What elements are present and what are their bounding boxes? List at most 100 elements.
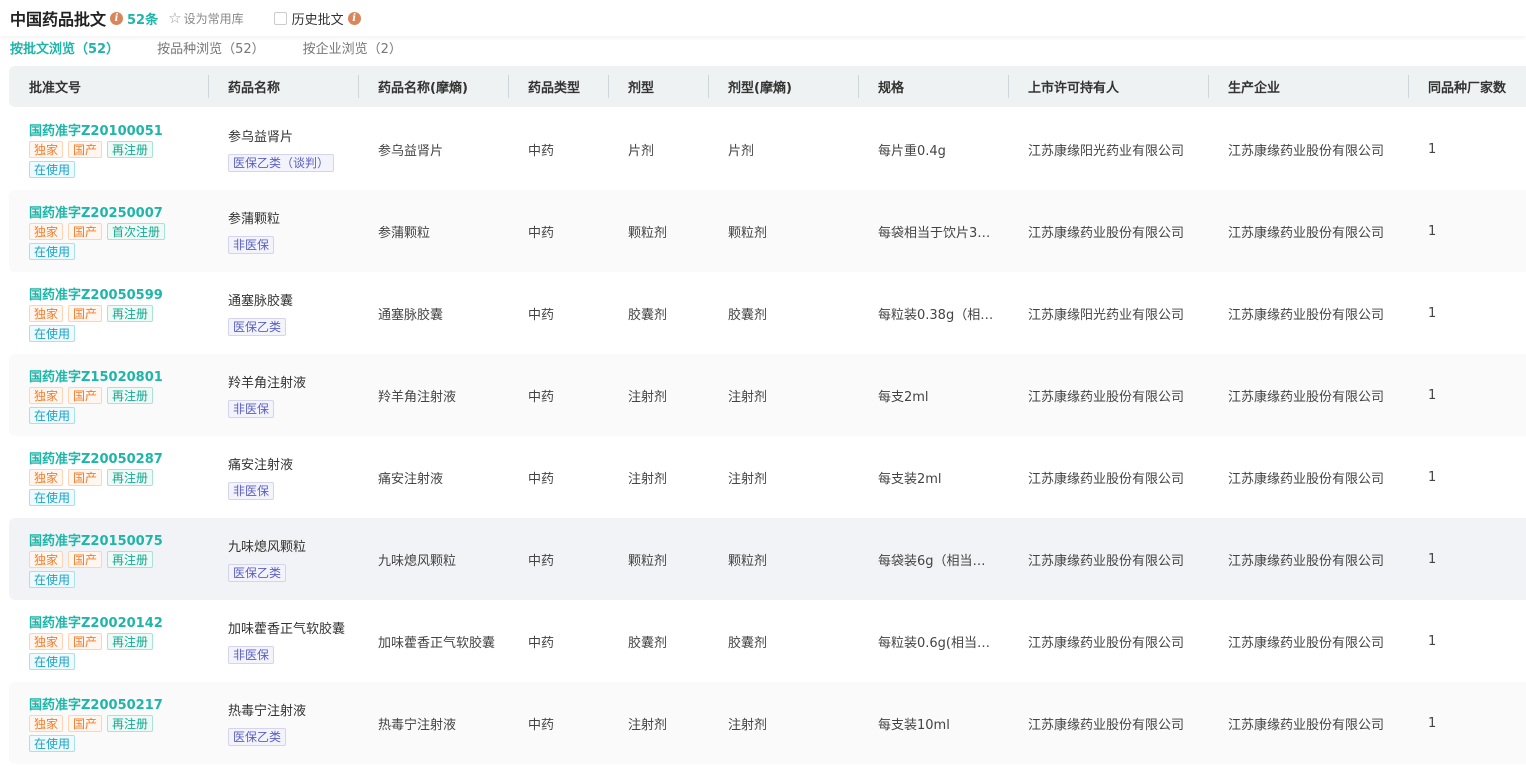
specification: 每支2ml (878, 389, 929, 405)
drug-name: 热毒宁注射液 (228, 704, 307, 719)
approval-cell: 国药准字Z20050217 独家 国产 再注册 在使用 (9, 694, 208, 752)
info-icon[interactable]: i (110, 11, 124, 25)
tag-badge: 国产 (68, 305, 103, 322)
approval-number-link[interactable]: 国药准字Z20050217 (29, 694, 198, 713)
same-variety-count: 1 (1428, 305, 1437, 321)
license-holder: 江苏康缘药业股份有限公司 (1028, 635, 1185, 651)
table-row[interactable]: 国药准字Z20250007 独家 国产 首次注册 在使用 参蒲颗粒 非医保 参蒲颗粒 中药 颗粒剂… (9, 190, 1526, 272)
drug-type: 中药 (528, 225, 555, 241)
tag-badge: 独家 (29, 715, 64, 732)
approval-number-link[interactable]: 国药准字Z20050599 (29, 284, 198, 303)
column-header[interactable]: 同品种厂家数 (1408, 66, 1526, 107)
manufacturer: 江苏康缘药业股份有限公司 (1228, 471, 1385, 487)
drug-name-cell: 痛安注射液 非医保 (208, 454, 358, 500)
license-holder: 江苏康缘药业股份有限公司 (1028, 471, 1185, 487)
same-variety-count: 1 (1428, 223, 1437, 239)
drug-name-moshang: 参蒲颗粒 (378, 225, 431, 241)
approval-number-link[interactable]: 国药准字Z20020142 (29, 612, 198, 631)
drug-name: 九味熄风颗粒 (228, 540, 307, 555)
tab-by-variety[interactable]: 按品种浏览（52） (157, 38, 265, 57)
info-icon[interactable]: i (347, 11, 361, 25)
status-badge: 在使用 (29, 161, 76, 178)
approval-number-link[interactable]: 国药准字Z20250007 (29, 202, 198, 221)
tag-badge: 独家 (29, 141, 64, 158)
tag-badge: 国产 (68, 141, 103, 158)
approval-number-link[interactable]: 国药准字Z20100051 (29, 120, 198, 139)
table-row[interactable]: 国药准字Z20050217 独家 国产 再注册 在使用 热毒宁注射液 医保乙类 热毒宁注射液中… (9, 682, 1526, 764)
dosage-form: 注射剂 (628, 389, 668, 405)
table-row[interactable]: 国药准字Z20050599 独家 国产 再注册 在使用 通塞脉胶囊 医保乙类 通塞脉胶囊 中药胶… (9, 272, 1526, 354)
dosage-form: 注射剂 (628, 471, 668, 487)
approval-cell: 国药准字Z20050287 独家 国产 再注册 在使用 (9, 448, 208, 506)
dosage-form: 胶囊剂 (628, 635, 668, 651)
drug-name: 参蒲颗粒 (228, 212, 281, 227)
tag-list: 独家 国产 再注册 在使用 (29, 715, 169, 752)
approval-number-link[interactable]: 国药准字Z20050287 (29, 448, 198, 467)
drug-name-moshang: 九味熄风颗粒 (378, 553, 457, 569)
approval-number-link[interactable]: 国药准字Z15020801 (29, 366, 198, 385)
tag-badge: 再注册 (107, 305, 154, 322)
table-body: 国药准字Z20100051 独家 国产 再注册 在使用 参乌益肾片 医保乙类（谈判） 参乌益肾… (9, 108, 1526, 764)
approval-cell: 国药准字Z15020801 独家 国产 再注册 在使用 (9, 366, 208, 424)
drug-name-cell: 加味藿香正气软胶囊 非医保 (208, 618, 358, 664)
checkbox-box[interactable] (273, 11, 287, 25)
license-holder: 江苏康缘药业股份有限公司 (1028, 389, 1185, 405)
table-row[interactable]: 国药准字Z20050287 独家 国产 再注册 在使用 痛安注射液 非医保 痛安注射液 中药 注射… (9, 436, 1526, 518)
tag-badge: 独家 (29, 305, 64, 322)
specification: 每粒装0.38g（相… (878, 307, 994, 323)
manufacturer: 江苏康缘药业股份有限公司 (1228, 717, 1385, 733)
column-header[interactable]: 剂型(摩熵) (708, 66, 858, 107)
set-favorite-button[interactable]: ☆ 设为常用库 (168, 9, 243, 27)
drug-type: 中药 (528, 143, 555, 159)
manufacturer: 江苏康缘药业股份有限公司 (1228, 143, 1385, 159)
column-header[interactable]: 药品类型 (508, 66, 608, 107)
table-row[interactable]: 国药准字Z20020142 独家 国产 再注册 在使用 加味藿香正气软胶囊 非医保 加味藿香正… (9, 600, 1526, 682)
dosage-form-moshang: 片剂 (728, 143, 755, 159)
tag-badge: 独家 (29, 387, 64, 404)
approval-cell: 国药准字Z20250007 独家 国产 首次注册 在使用 (9, 202, 208, 260)
column-header[interactable]: 批准文号 (9, 66, 208, 107)
same-variety-count: 1 (1428, 469, 1437, 485)
license-holder: 江苏康缘阳光药业有限公司 (1028, 307, 1185, 323)
table-row[interactable]: 国药准字Z20100051 独家 国产 再注册 在使用 参乌益肾片 医保乙类（谈判） 参乌益肾… (9, 108, 1526, 190)
tag-badge: 国产 (68, 469, 103, 486)
tab-by-company[interactable]: 按企业浏览（2） (303, 38, 402, 57)
insurance-badge: 非医保 (228, 400, 275, 418)
tab-by-approval[interactable]: 按批文浏览（52） (10, 38, 119, 57)
status-badge: 在使用 (29, 243, 76, 260)
tag-badge: 再注册 (107, 387, 154, 404)
history-checkbox[interactable]: 历史批文 i (273, 9, 361, 28)
status-badge: 在使用 (29, 735, 76, 752)
license-holder: 江苏康缘药业股份有限公司 (1028, 717, 1185, 733)
tag-list: 独家 国产 再注册 在使用 (29, 633, 169, 670)
specification: 每片重0.4g (878, 143, 946, 159)
column-header[interactable]: 上市许可持有人 (1008, 66, 1208, 107)
column-header[interactable]: 药品名称 (208, 66, 358, 107)
tag-list: 独家 国产 再注册 在使用 (29, 551, 169, 588)
approval-number-link[interactable]: 国药准字Z20150075 (29, 530, 198, 549)
drug-type: 中药 (528, 717, 555, 733)
license-holder: 江苏康缘药业股份有限公司 (1028, 225, 1185, 241)
table-row[interactable]: 国药准字Z15020801 独家 国产 再注册 在使用 羚羊角注射液 非医保 羚羊角注射液 中药… (9, 354, 1526, 436)
same-variety-count: 1 (1428, 141, 1437, 157)
approval-cell: 国药准字Z20100051 独家 国产 再注册 在使用 (9, 120, 208, 178)
column-header[interactable]: 药品名称(摩熵) (358, 66, 508, 107)
table-row[interactable]: 国药准字Z20150075 独家 国产 再注册 在使用 九味熄风颗粒 医保乙类 九味熄风颗粒中… (9, 518, 1526, 600)
insurance-badge: 医保乙类（谈判） (228, 154, 335, 172)
browse-tabs: 按批文浏览（52） 按品种浏览（52） 按企业浏览（2） (10, 38, 440, 57)
column-header[interactable]: 规格 (858, 66, 1008, 107)
favorite-label: 设为常用库 (183, 11, 244, 26)
drug-name-moshang: 痛安注射液 (378, 471, 444, 487)
status-badge: 在使用 (29, 325, 76, 342)
approval-cell: 国药准字Z20020142 独家 国产 再注册 在使用 (9, 612, 208, 670)
dosage-form-moshang: 注射剂 (728, 471, 768, 487)
same-variety-count: 1 (1428, 387, 1437, 403)
tag-badge: 国产 (68, 551, 103, 568)
tag-badge: 国产 (68, 223, 103, 240)
column-header[interactable]: 剂型 (608, 66, 708, 107)
drug-name-moshang: 羚羊角注射液 (378, 389, 457, 405)
drug-name-moshang: 参乌益肾片 (378, 143, 444, 159)
tag-list: 独家 国产 再注册 在使用 (29, 141, 169, 178)
column-header[interactable]: 生产企业 (1208, 66, 1408, 107)
specification: 每袋装6g（相当… (878, 553, 986, 569)
